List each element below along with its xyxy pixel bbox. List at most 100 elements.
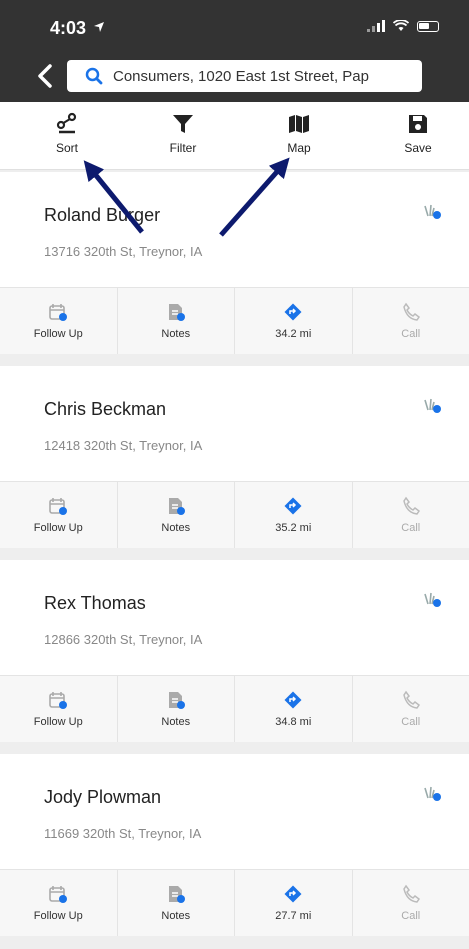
follow-up-label: Follow Up	[33, 328, 83, 340]
back-arrow-icon[interactable]	[34, 60, 58, 92]
calendar-icon	[49, 886, 68, 903]
notes-button[interactable]: Notes	[118, 288, 235, 354]
search-icon	[85, 67, 103, 85]
call-label: Call	[401, 910, 421, 922]
distance-label: 34.2 mi	[275, 328, 312, 340]
save-label: Save	[404, 141, 432, 155]
customer-status-icon[interactable]	[421, 784, 443, 804]
follow-up-button[interactable]: Follow Up	[0, 676, 118, 742]
customer-name: Jody Plowman	[44, 787, 162, 807]
notes-label: Notes	[161, 328, 191, 340]
status-time: 4:03	[50, 18, 87, 38]
directions-button[interactable]: 34.8 mi	[235, 676, 353, 742]
save-button[interactable]: Save	[383, 112, 453, 155]
location-arrow-icon	[94, 22, 104, 32]
follow-up-label: Follow Up	[33, 716, 83, 728]
call-label: Call	[401, 328, 421, 340]
follow-up-label: Follow Up	[33, 522, 83, 534]
search-input[interactable]: Consumers, 1020 East 1st Street, Pap	[67, 60, 422, 92]
follow-up-button[interactable]: Follow Up	[0, 288, 118, 354]
calendar-icon	[49, 304, 68, 321]
call-button[interactable]: Call	[353, 676, 469, 742]
map-label: Map	[287, 141, 311, 155]
customer-actions: Follow Up Notes 27.7 mi Call	[0, 869, 469, 937]
wifi-icon	[393, 20, 409, 31]
directions-icon	[284, 497, 302, 515]
customer-name: Rex Thomas	[44, 593, 146, 613]
customer-address: 13716 320th St, Treynor, IA	[44, 244, 203, 259]
directions-button[interactable]: 34.2 mi	[235, 288, 353, 354]
map-icon	[289, 115, 309, 133]
notes-label: Notes	[161, 716, 191, 728]
map-button[interactable]: Map	[264, 112, 334, 155]
customer-card-header[interactable]: Roland Burger 13716 320th St, Treynor, I…	[0, 172, 469, 282]
notes-label: Notes	[161, 910, 191, 922]
follow-up-label: Follow Up	[33, 910, 83, 922]
customer-actions: Follow Up Notes 34.8 mi Call	[0, 675, 469, 743]
call-button[interactable]: Call	[353, 482, 469, 548]
sort-button[interactable]: Sort	[32, 112, 102, 155]
distance-label: 27.7 mi	[275, 910, 312, 922]
customer-card[interactable]: Jody Plowman 11669 320th St, Treynor, IA…	[0, 754, 469, 937]
customer-name: Roland Burger	[44, 205, 161, 225]
phone-icon	[402, 302, 420, 321]
notes-icon	[168, 692, 185, 709]
notes-button[interactable]: Notes	[118, 676, 235, 742]
filter-label: Filter	[169, 141, 197, 155]
status-bar: 4:03	[0, 0, 469, 52]
save-icon	[409, 115, 427, 133]
filter-icon	[173, 115, 193, 133]
directions-icon	[284, 303, 302, 321]
follow-up-button[interactable]: Follow Up	[0, 482, 118, 548]
card-separator	[0, 936, 469, 948]
call-label: Call	[401, 716, 421, 728]
status-icons	[367, 20, 439, 32]
filter-button[interactable]: Filter	[148, 112, 218, 155]
card-separator	[0, 548, 469, 560]
call-button[interactable]: Call	[353, 870, 469, 936]
directions-button[interactable]: 27.7 mi	[235, 870, 353, 936]
signal-icon	[367, 20, 385, 32]
search-bar-row: Consumers, 1020 East 1st Street, Pap	[0, 52, 469, 102]
card-separator	[0, 742, 469, 754]
notes-button[interactable]: Notes	[118, 870, 235, 936]
customer-card[interactable]: Roland Burger 13716 320th St, Treynor, I…	[0, 172, 469, 355]
distance-label: 35.2 mi	[275, 522, 312, 534]
customer-address: 12866 320th St, Treynor, IA	[44, 632, 203, 647]
toolbar: Sort Filter Map Save	[0, 102, 469, 170]
call-label: Call	[401, 522, 421, 534]
follow-up-button[interactable]: Follow Up	[0, 870, 118, 936]
phone-icon	[402, 690, 420, 709]
directions-icon	[284, 691, 302, 709]
customer-card-header[interactable]: Rex Thomas 12866 320th St, Treynor, IA	[0, 560, 469, 670]
directions-button[interactable]: 35.2 mi	[235, 482, 353, 548]
calendar-icon	[49, 498, 68, 515]
call-button[interactable]: Call	[353, 288, 469, 354]
calendar-icon	[49, 692, 68, 709]
customer-actions: Follow Up Notes 34.2 mi Call	[0, 287, 469, 355]
notes-icon	[168, 886, 185, 903]
customer-actions: Follow Up Notes 35.2 mi Call	[0, 481, 469, 549]
customer-name: Chris Beckman	[44, 399, 167, 419]
customer-status-icon[interactable]	[421, 202, 443, 222]
sort-label: Sort	[55, 141, 78, 155]
customer-card-header[interactable]: Jody Plowman 11669 320th St, Treynor, IA	[0, 754, 469, 864]
card-separator	[0, 354, 469, 366]
customer-card[interactable]: Rex Thomas 12866 320th St, Treynor, IA F…	[0, 560, 469, 743]
notes-button[interactable]: Notes	[118, 482, 235, 548]
customer-address: 12418 320th St, Treynor, IA	[44, 438, 203, 453]
battery-icon	[417, 20, 439, 32]
customer-status-icon[interactable]	[421, 396, 443, 416]
customer-address: 11669 320th St, Treynor, IA	[44, 826, 202, 841]
notes-icon	[168, 498, 185, 515]
notes-icon	[168, 304, 185, 321]
customer-status-icon[interactable]	[421, 590, 443, 610]
phone-icon	[402, 496, 420, 515]
distance-label: 34.8 mi	[275, 716, 312, 728]
notes-label: Notes	[161, 522, 191, 534]
directions-icon	[284, 885, 302, 903]
customer-card-header[interactable]: Chris Beckman 12418 320th St, Treynor, I…	[0, 366, 469, 476]
phone-icon	[402, 884, 420, 903]
customer-card[interactable]: Chris Beckman 12418 320th St, Treynor, I…	[0, 366, 469, 549]
route-icon	[56, 112, 77, 134]
